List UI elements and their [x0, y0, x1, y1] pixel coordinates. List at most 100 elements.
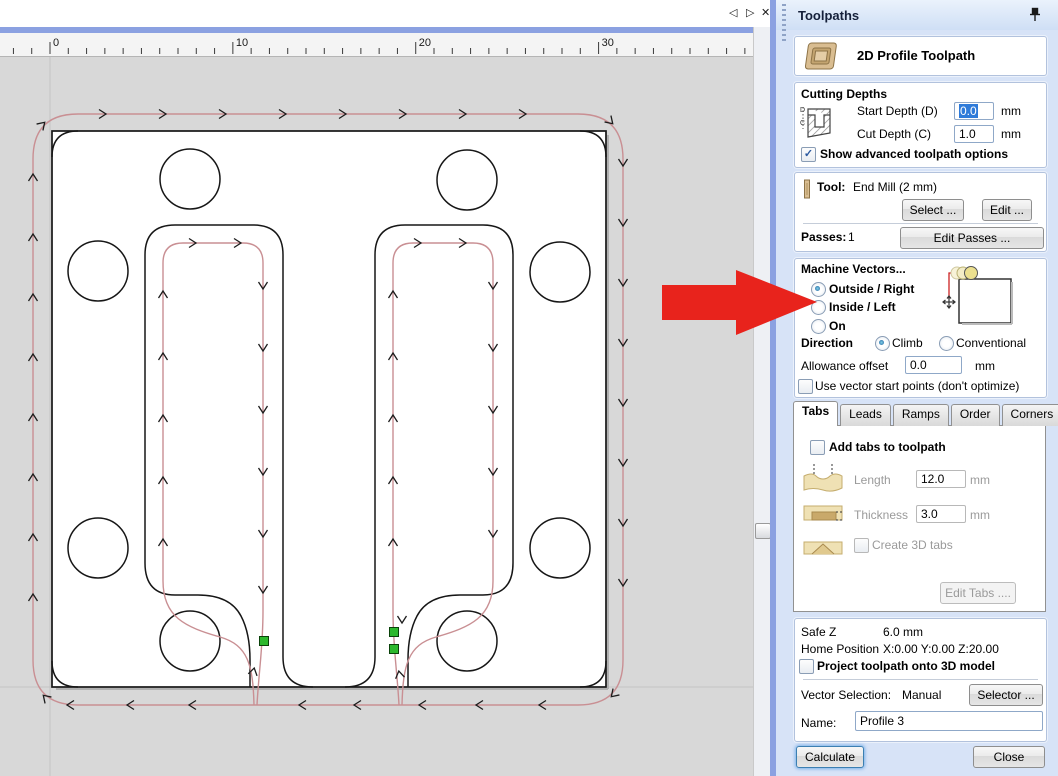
- tool-icon: [802, 179, 812, 199]
- profile-toolpath-icon: [803, 41, 839, 71]
- tabs-strip: Tabs Leads Ramps Order Corners: [793, 403, 1058, 426]
- conventional-label: Conventional: [956, 336, 1026, 350]
- toolpath-title: 2D Profile Toolpath: [857, 48, 975, 63]
- view-topbar: ◁ ▷ ✕: [0, 0, 771, 27]
- vector-selection-value: Manual: [902, 688, 941, 702]
- safe-z-value: 6.0 mm: [883, 625, 923, 639]
- inside-left-radio[interactable]: [811, 300, 826, 315]
- tab-length-icon: [802, 462, 844, 496]
- tabs-content-box: Add tabs to toolpath Length 12.0 mm Thic…: [793, 425, 1046, 612]
- tab-thickness-unit: mm: [970, 508, 990, 522]
- tool-box-divider: [803, 223, 1038, 224]
- project-toolpath-checkbox[interactable]: [799, 659, 814, 674]
- tool-label: Tool:: [817, 180, 845, 194]
- toolpaths-panel: Toolpaths 2D Profile Toolpath: [776, 0, 1058, 776]
- cut-depth-unit: mm: [1001, 127, 1021, 141]
- application-window: ◁ ▷ ✕ 0 10 20 30: [0, 0, 1058, 776]
- tab-order[interactable]: Order: [951, 404, 1000, 426]
- inside-left-label: Inside / Left: [829, 300, 896, 314]
- create-3d-tabs-label: Create 3D tabs: [872, 538, 953, 552]
- passes-value: 1: [848, 230, 855, 244]
- svg-text:10: 10: [236, 37, 248, 49]
- vector-start-points-label: Use vector start points (don't optimize): [815, 379, 1019, 393]
- tab-corners[interactable]: Corners: [1002, 404, 1058, 426]
- horizontal-ruler: 0 10 20 30: [0, 33, 753, 57]
- machine-vectors-box: Machine Vectors... Outside / Right Insid…: [794, 258, 1047, 398]
- start-depth-label: Start Depth (D): [857, 104, 938, 118]
- add-tabs-checkbox[interactable]: [810, 440, 825, 455]
- svg-text:0: 0: [53, 37, 59, 49]
- edit-tabs-button[interactable]: Edit Tabs ....: [940, 582, 1016, 604]
- machine-vectors-diagram: [935, 261, 1015, 329]
- selector-button[interactable]: Selector ...: [969, 684, 1043, 706]
- add-tabs-label: Add tabs to toolpath: [829, 440, 946, 454]
- start-depth-unit: mm: [1001, 104, 1021, 118]
- allowance-offset-unit: mm: [975, 359, 995, 373]
- prev-view-tab-icon[interactable]: ◁: [729, 7, 737, 20]
- create-3d-tabs-icon: [802, 534, 844, 558]
- pin-icon[interactable]: [1028, 7, 1042, 23]
- on-label: On: [829, 319, 846, 333]
- edit-passes-button[interactable]: Edit Passes ...: [900, 227, 1044, 249]
- toolpath-title-box: 2D Profile Toolpath: [794, 36, 1047, 76]
- tab-thickness-icon: [802, 500, 844, 526]
- tool-edit-button[interactable]: Edit ...: [982, 199, 1032, 221]
- name-input[interactable]: Profile 3: [855, 711, 1043, 731]
- canvas-area: ◁ ▷ ✕ 0 10 20 30: [0, 0, 771, 776]
- panel-header: Toolpaths: [776, 0, 1058, 30]
- home-position-label: Home Position: [801, 642, 879, 656]
- allowance-offset-label: Allowance offset: [801, 359, 888, 373]
- vector-start-points-checkbox[interactable]: [798, 379, 813, 394]
- climb-label: Climb: [892, 336, 923, 350]
- part-drawing: [0, 57, 753, 776]
- cutting-depths-icon: D C: [799, 99, 833, 147]
- svg-text:30: 30: [602, 37, 614, 49]
- tab-length-label: Length: [854, 473, 891, 487]
- tab-leads[interactable]: Leads: [840, 404, 891, 426]
- outside-right-label: Outside / Right: [829, 282, 914, 296]
- ruler-ticks: 0 10 20 30: [0, 33, 753, 56]
- name-label: Name:: [801, 716, 836, 730]
- start-depth-input[interactable]: 0.0: [954, 102, 994, 120]
- drawing-canvas[interactable]: [0, 57, 753, 776]
- home-position-value: X:0.00 Y:0.00 Z:20.00: [883, 642, 999, 656]
- position-box-divider: [803, 679, 1038, 680]
- conventional-radio[interactable]: [939, 336, 954, 351]
- machine-vectors-title: Machine Vectors...: [801, 262, 906, 276]
- svg-text:20: 20: [419, 37, 431, 49]
- safe-z-label: Safe Z: [801, 625, 836, 639]
- cut-depth-label: Cut Depth (C): [857, 127, 931, 141]
- project-toolpath-label: Project toolpath onto 3D model: [817, 659, 995, 673]
- tab-ramps[interactable]: Ramps: [893, 404, 949, 426]
- next-view-tab-icon[interactable]: ▷: [746, 7, 754, 20]
- cutting-depths-box: Cutting Depths D C Start Depth (D) 0.0 m…: [794, 82, 1047, 168]
- advanced-options-label: Show advanced toolpath options: [820, 147, 1008, 161]
- passes-label: Passes:: [801, 230, 846, 244]
- position-box: Safe Z 6.0 mm Home Position X:0.00 Y:0.0…: [794, 618, 1047, 742]
- panel-title: Toolpaths: [798, 8, 859, 23]
- close-button[interactable]: Close: [973, 746, 1045, 768]
- vector-selection-label: Vector Selection:: [801, 688, 891, 702]
- tab-length-unit: mm: [970, 473, 990, 487]
- advanced-options-checkbox[interactable]: ✓: [801, 147, 816, 162]
- on-radio[interactable]: [811, 319, 826, 334]
- tab-length-input[interactable]: 12.0: [916, 470, 966, 488]
- tool-box: Tool: End Mill (2 mm) Select ... Edit ..…: [794, 172, 1047, 252]
- move-cursor-icon: [943, 296, 955, 308]
- panel-grip-dots: [782, 4, 786, 44]
- outside-right-radio[interactable]: [811, 282, 826, 297]
- tab-thickness-input[interactable]: 3.0: [916, 505, 966, 523]
- create-3d-tabs-checkbox[interactable]: [854, 538, 869, 553]
- cut-depth-input[interactable]: 1.0: [954, 125, 994, 143]
- tool-select-button[interactable]: Select ...: [902, 199, 964, 221]
- direction-label: Direction: [801, 336, 853, 350]
- close-view-icon[interactable]: ✕: [761, 7, 770, 20]
- panel-splitter[interactable]: [753, 27, 771, 776]
- material-outline[interactable]: [52, 131, 606, 687]
- calculate-button[interactable]: Calculate: [796, 746, 864, 768]
- tab-thickness-label: Thickness: [854, 508, 908, 522]
- splitter-grip-button[interactable]: [755, 523, 771, 539]
- tab-tabs[interactable]: Tabs: [793, 401, 838, 426]
- climb-radio[interactable]: [875, 336, 890, 351]
- allowance-offset-input[interactable]: 0.0: [905, 356, 962, 374]
